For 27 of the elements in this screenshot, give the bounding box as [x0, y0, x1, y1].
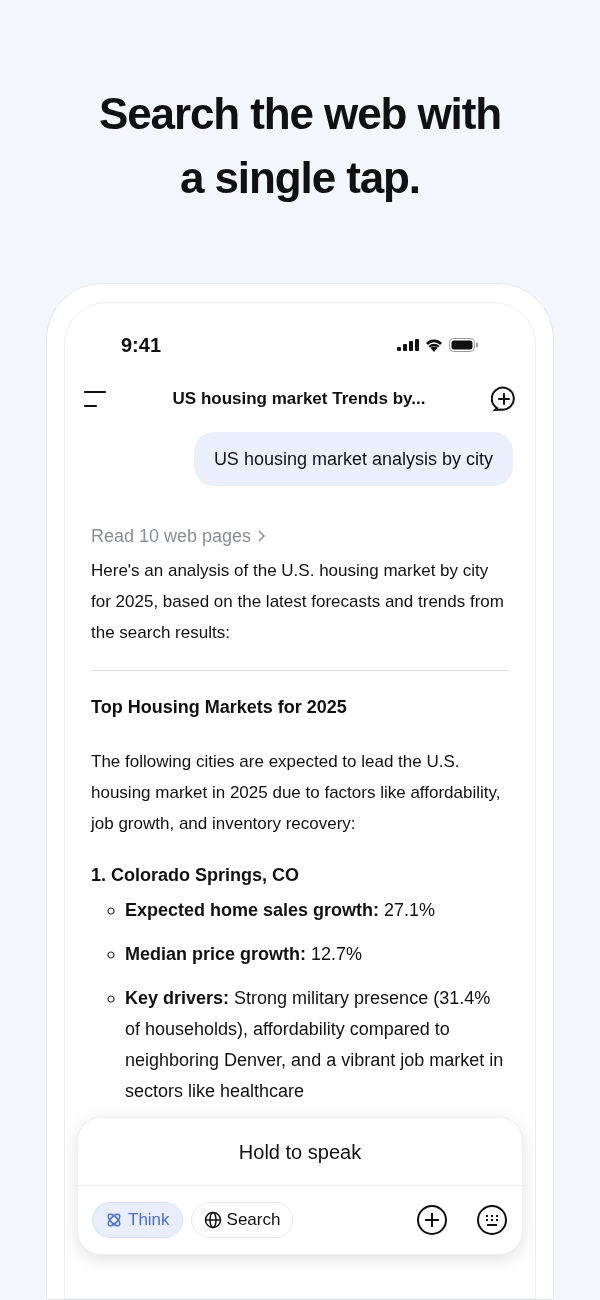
bullet-icon — [107, 951, 115, 959]
search-toggle[interactable]: Search — [190, 1202, 294, 1238]
menu-icon[interactable] — [83, 390, 107, 408]
bullet-icon — [107, 907, 115, 915]
hold-to-speak-button[interactable]: Hold to speak — [78, 1118, 522, 1186]
globe-icon — [203, 1211, 222, 1229]
atom-icon — [105, 1211, 123, 1229]
signal-icon — [397, 339, 419, 351]
bullet-text: Key drivers: Strong military presence (31.4% of households), affordability compared to neighboring Denver, and a vibrant job market in sectors like healthcare — [125, 987, 505, 1103]
keyboard-icon[interactable] — [476, 1204, 508, 1236]
think-toggle[interactable]: Think — [92, 1202, 183, 1238]
new-chat-icon[interactable] — [491, 386, 517, 412]
bullet-text: Expected home sales growth: 27.1% — [125, 899, 436, 922]
wifi-icon — [425, 338, 443, 352]
conversation-title: US housing market Trends by... — [172, 388, 426, 411]
list-item-heading: 1. Colorado Springs, CO — [91, 864, 301, 887]
answer-paragraph: The following cities are expected to lead the U.S. housing market in 2025 due to factors like affordability, job growth, and inventory recovery: — [91, 751, 502, 835]
bullet-text: Median price growth: 12.7% — [125, 943, 363, 966]
chevron-right-icon — [257, 529, 267, 543]
answer-paragraph: Here's an analysis of the U.S. housing market by city for 2025, based on the latest forecasts and trends from the search results: — [91, 560, 505, 644]
bullet-icon — [107, 995, 115, 1003]
add-icon[interactable] — [416, 1204, 448, 1236]
user-message: US housing market analysis by city — [193, 432, 513, 486]
headline: Search the web with a single tap. — [97, 88, 503, 204]
status-time: 9:41 — [121, 333, 162, 358]
battery-icon — [449, 338, 479, 352]
section-heading: Top Housing Markets for 2025 — [91, 696, 348, 719]
